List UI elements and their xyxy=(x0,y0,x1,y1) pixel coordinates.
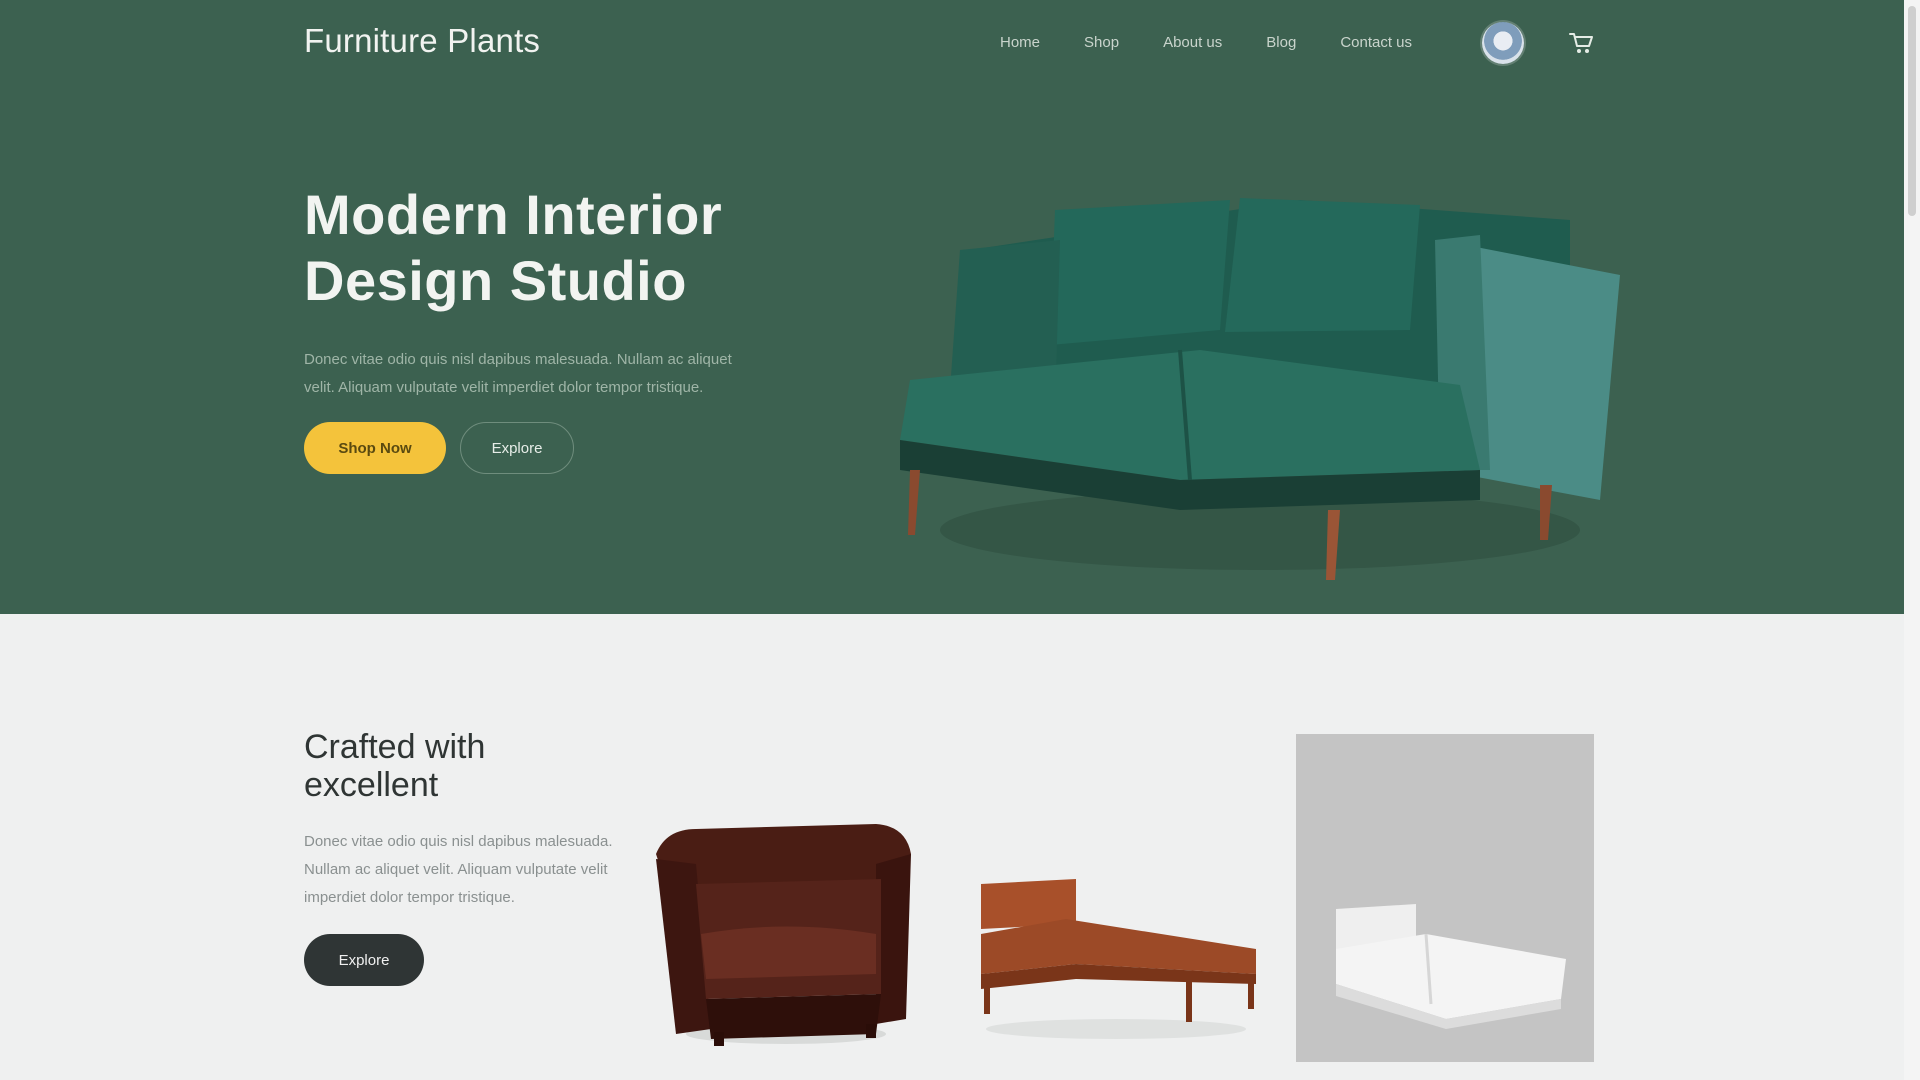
nav-item-shop[interactable]: Shop xyxy=(1084,34,1119,51)
cart-icon[interactable] xyxy=(1568,30,1594,56)
scrollbar-thumb[interactable] xyxy=(1908,6,1916,216)
main-nav: Home Shop About us Blog Contact us xyxy=(1000,34,1456,51)
hero-subtitle: Donec vitae odio quis nisl dapibus males… xyxy=(304,351,732,396)
brand-logo[interactable]: Furniture Plants xyxy=(304,22,540,60)
product-card-armchair[interactable] xyxy=(636,734,934,1062)
product-card-white-bed[interactable] xyxy=(1296,734,1594,1062)
product-card-wooden-bed[interactable] xyxy=(966,734,1264,1062)
hero-title: Modern Interior Design Studio xyxy=(304,182,824,314)
hero-title-line1: Modern Interior xyxy=(304,183,723,246)
shop-now-button[interactable]: Shop Now xyxy=(304,422,446,474)
nav-item-home[interactable]: Home xyxy=(1000,34,1040,51)
wooden-bed-image xyxy=(981,879,1256,1039)
scrollbar[interactable] xyxy=(1904,0,1920,1080)
sofa-image xyxy=(900,198,1620,580)
section-title: Crafted with excellent xyxy=(304,728,486,804)
section-subtitle: Donec vitae odio quis nisl dapibus males… xyxy=(304,833,613,906)
hero-section: Furniture Plants Home Shop About us Blog… xyxy=(0,0,1904,614)
white-bed-image xyxy=(1336,904,1566,1029)
user-avatar-icon[interactable] xyxy=(1482,22,1524,64)
nav-item-about[interactable]: About us xyxy=(1163,34,1222,51)
section-explore-button[interactable]: Explore xyxy=(304,934,424,986)
hero-explore-button[interactable]: Explore xyxy=(460,422,574,474)
hero-title-line2: Design Studio xyxy=(304,249,687,312)
nav-item-contact[interactable]: Contact us xyxy=(1340,34,1412,51)
nav-item-blog[interactable]: Blog xyxy=(1266,34,1296,51)
armchair-image xyxy=(656,824,911,1046)
